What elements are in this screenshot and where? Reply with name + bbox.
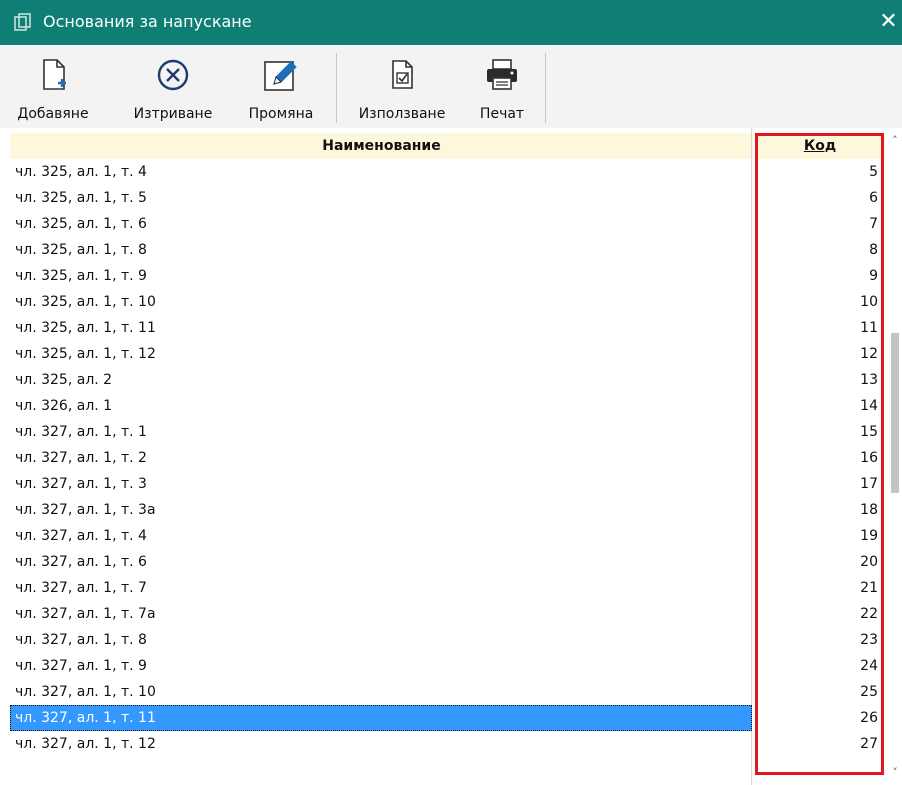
table-row[interactable]: чл. 327, ал. 1, т. 1 — [10, 419, 752, 445]
use-button[interactable]: Използване — [342, 50, 462, 126]
row-name: чл. 327, ал. 1, т. 4 — [15, 528, 147, 544]
row-code: 9 — [869, 268, 878, 284]
row-name: чл. 325, ал. 1, т. 6 — [15, 216, 147, 232]
table-row[interactable]: чл. 327, ал. 1, т. 6 — [10, 549, 752, 575]
table-row[interactable]: чл. 327, ал. 1, т. 9 — [10, 653, 752, 679]
row-name: чл. 327, ал. 1, т. 3а — [15, 502, 156, 518]
row-name: чл. 327, ал. 1, т. 2 — [15, 450, 147, 466]
table-row[interactable]: чл. 325, ал. 1, т. 11 — [10, 315, 752, 341]
table-row[interactable]: чл. 327, ал. 1, т. 8 — [10, 627, 752, 653]
column-header-code[interactable]: Код — [755, 133, 885, 159]
row-name: чл. 327, ал. 1, т. 9 — [15, 658, 147, 674]
row-name: чл. 327, ал. 1, т. 3 — [15, 476, 147, 492]
row-name: чл. 325, ал. 1, т. 8 — [15, 242, 147, 258]
scroll-down-icon[interactable]: ˅ — [888, 764, 902, 782]
new-document-icon — [43, 59, 66, 90]
row-name: чл. 327, ал. 1, т. 7а — [15, 606, 156, 622]
row-name: чл. 327, ал. 1, т. 1 — [15, 424, 147, 440]
row-code: 23 — [860, 632, 878, 648]
table-row[interactable]: чл. 325, ал. 1, т. 6 — [10, 211, 752, 237]
table-row[interactable]: чл. 325, ал. 1, т. 12 — [10, 341, 752, 367]
table-row[interactable]: чл. 327, ал. 1, т. 3 — [10, 471, 752, 497]
table-row[interactable]: чл. 325, ал. 1, т. 9 — [10, 263, 752, 289]
close-button[interactable]: ✕ — [875, 8, 902, 36]
table-row[interactable]: чл. 325, ал. 2 — [10, 367, 752, 393]
row-name: чл. 327, ал. 1, т. 12 — [15, 736, 156, 752]
row-code: 6 — [869, 190, 878, 206]
title-bar: Основания за напускане ✕ — [0, 0, 902, 45]
row-code: 15 — [860, 424, 878, 440]
table-row[interactable]: чл. 325, ал. 1, т. 5 — [10, 185, 752, 211]
row-code: 27 — [860, 736, 878, 752]
toolbar-separator — [336, 53, 337, 123]
copy-icon — [14, 13, 31, 31]
row-code: 13 — [860, 372, 878, 388]
table-row[interactable]: чл. 325, ал. 1, т. 4 — [10, 159, 752, 185]
row-code: 17 — [860, 476, 878, 492]
data-grid: Наименование Код чл. 325, ал. 1, т. 4 5 чл… — [0, 128, 902, 785]
row-name: чл. 327, ал. 1, т. 8 — [15, 632, 147, 648]
row-name: чл. 325, ал. 2 — [15, 372, 113, 388]
edit-label: Промяна — [248, 106, 314, 122]
use-label: Използване — [358, 106, 446, 122]
row-name: чл. 325, ал. 1, т. 12 — [15, 346, 156, 362]
table-row[interactable]: чл. 327, ал. 1, т. 10 — [10, 679, 752, 705]
checked-document-icon — [392, 60, 413, 89]
scroll-up-icon[interactable]: ˄ — [888, 132, 902, 150]
row-name: чл. 327, ал. 1, т. 11 — [15, 710, 156, 726]
row-code: 22 — [860, 606, 878, 622]
row-code: 10 — [860, 294, 878, 310]
row-name: чл. 327, ал. 1, т. 7 — [15, 580, 147, 596]
toolbar: Добавяне Изтриване Промяна Използване Пе… — [0, 45, 902, 129]
row-name: чл. 325, ал. 1, т. 10 — [15, 294, 156, 310]
add-label: Добавяне — [17, 106, 89, 122]
printer-icon — [487, 59, 517, 90]
print-label: Печат — [479, 106, 525, 122]
row-code: 24 — [860, 658, 878, 674]
row-name: чл. 325, ал. 1, т. 9 — [15, 268, 147, 284]
row-code: 11 — [860, 320, 878, 336]
row-name: чл. 326, ал. 1 — [15, 398, 113, 414]
row-code: 14 — [860, 398, 878, 414]
table-row[interactable]: чл. 325, ал. 1, т. 10 — [10, 289, 752, 315]
row-code: 19 — [860, 528, 878, 544]
row-code: 20 — [860, 554, 878, 570]
table-row[interactable]: чл. 326, ал. 1 — [10, 393, 752, 419]
row-name: чл. 327, ал. 1, т. 6 — [15, 554, 147, 570]
table-row[interactable]: чл. 327, ал. 1, т. 2 — [10, 445, 752, 471]
row-name: чл. 327, ал. 1, т. 10 — [15, 684, 156, 700]
delete-button[interactable]: Изтриване — [121, 50, 225, 126]
row-code: 5 — [869, 164, 878, 180]
add-button[interactable]: Добавяне — [3, 50, 103, 126]
table-row[interactable]: чл. 327, ал. 1, т. 11 — [10, 705, 752, 731]
circle-x-icon — [157, 59, 189, 91]
row-name: чл. 325, ал. 1, т. 5 — [15, 190, 147, 206]
row-code: 12 — [860, 346, 878, 362]
row-code: 21 — [860, 580, 878, 596]
table-row[interactable]: чл. 327, ал. 1, т. 7 — [10, 575, 752, 601]
row-code: 26 — [860, 710, 878, 726]
row-name: чл. 325, ал. 1, т. 11 — [15, 320, 156, 336]
row-code: 16 — [860, 450, 878, 466]
row-code: 7 — [869, 216, 878, 232]
row-code: 25 — [860, 684, 878, 700]
column-header-name[interactable]: Наименование — [10, 133, 753, 159]
row-name: чл. 325, ал. 1, т. 4 — [15, 164, 147, 180]
scroll-thumb[interactable] — [891, 333, 899, 493]
table-row[interactable]: чл. 327, ал. 1, т. 7а — [10, 601, 752, 627]
row-code: 18 — [860, 502, 878, 518]
table-row[interactable]: чл. 327, ал. 1, т. 12 — [10, 731, 752, 757]
print-button[interactable]: Печат — [470, 50, 534, 126]
table-row[interactable]: чл. 325, ал. 1, т. 8 — [10, 237, 752, 263]
row-code: 8 — [869, 242, 878, 258]
table-row[interactable]: чл. 327, ал. 1, т. 3а — [10, 497, 752, 523]
table-row[interactable]: чл. 327, ал. 1, т. 4 — [10, 523, 752, 549]
toolbar-separator — [545, 53, 546, 123]
vertical-scrollbar[interactable]: ˄ ˅ — [888, 128, 902, 785]
pencil-icon — [264, 61, 297, 91]
window-title: Основания за напускане — [43, 12, 252, 31]
delete-label: Изтриване — [133, 106, 213, 122]
edit-button[interactable]: Промяна — [237, 50, 325, 126]
